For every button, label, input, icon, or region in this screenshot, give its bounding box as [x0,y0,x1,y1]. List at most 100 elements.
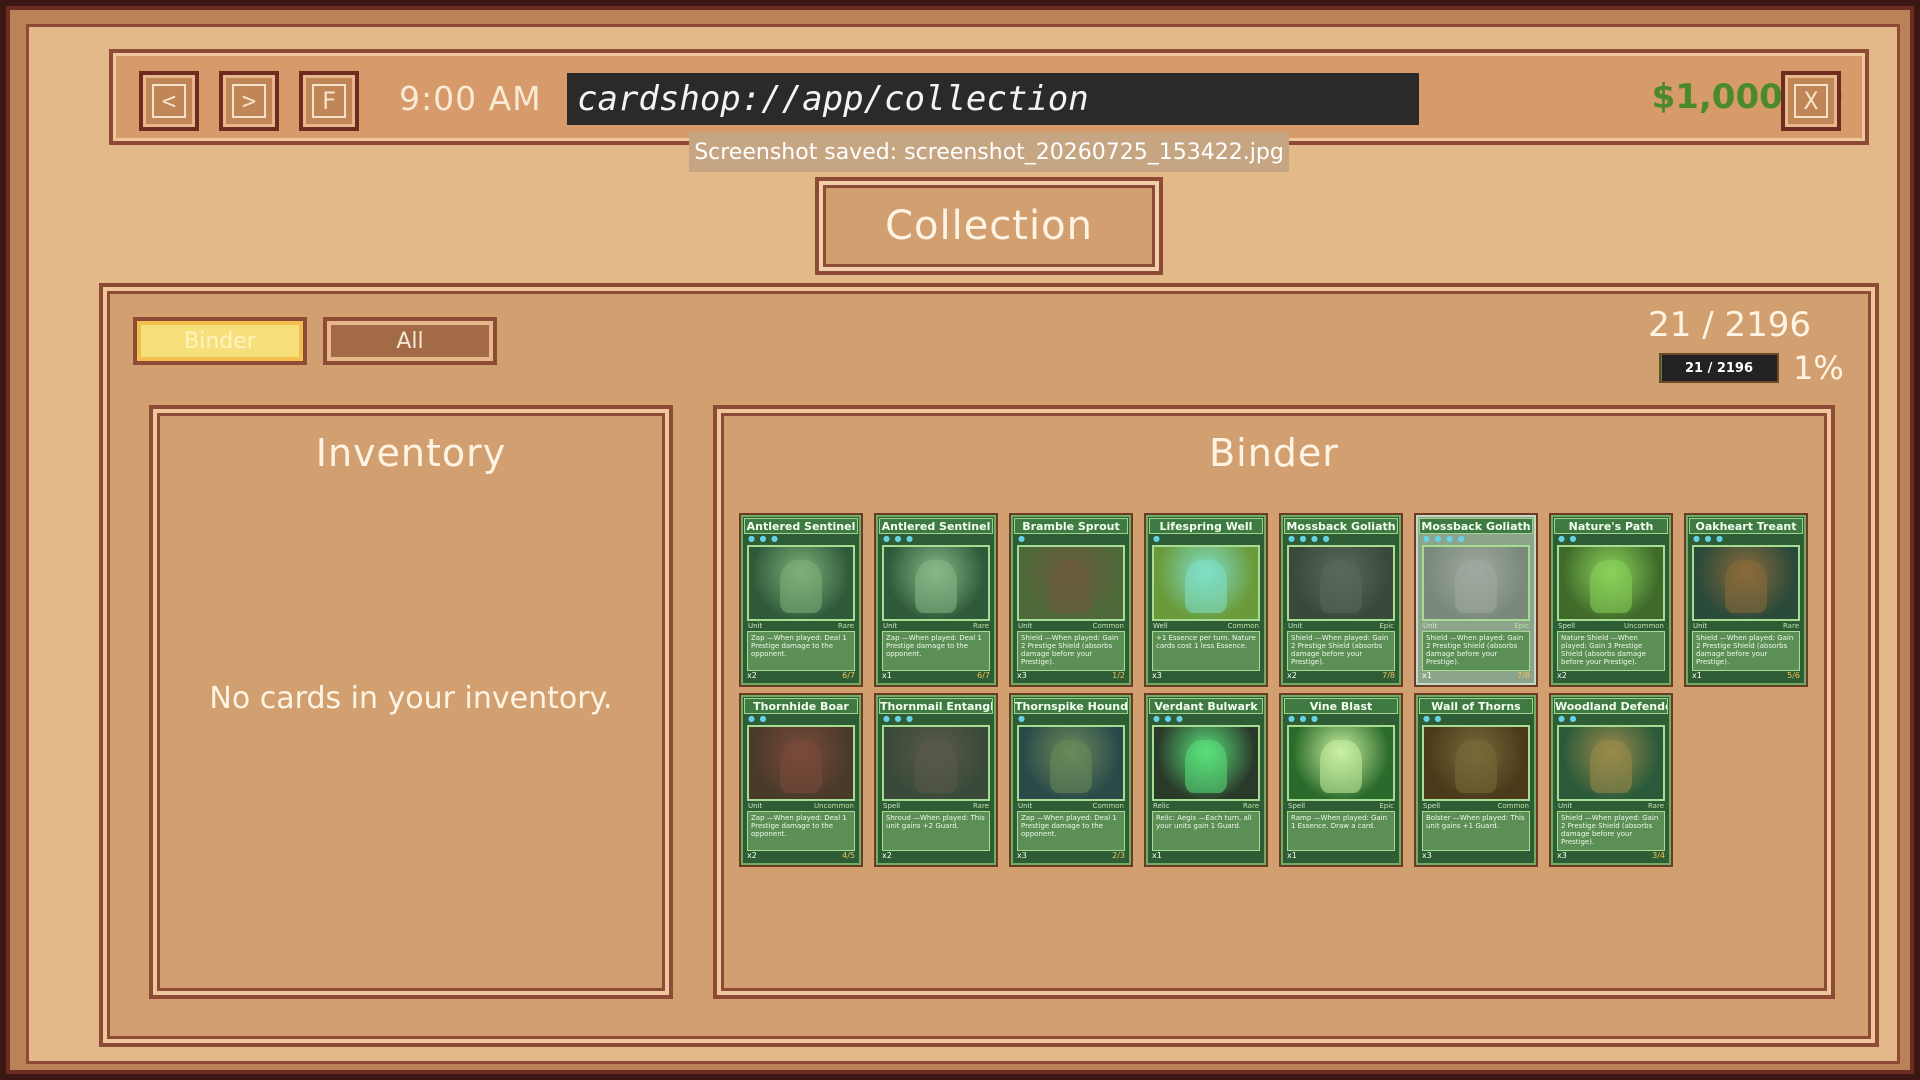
collection-panel: Binder All 21 / 2196 21 / 2196 1% Invent… [99,283,1879,1047]
card-rules-text: Shield —When played: Gain 2 Prestige Shi… [1692,631,1800,671]
card-art-image [1152,725,1260,801]
card-rules-text: Zap —When played: Deal 1 Prestige damage… [882,631,990,671]
card-art-image [1692,545,1800,621]
forward-button[interactable]: > [219,71,279,131]
card-footer: x3 [1419,851,1533,861]
card-quantity: x2 [747,671,757,680]
address-bar[interactable]: cardshop://app/collection [567,73,1419,125]
favorite-button[interactable]: F [299,71,359,131]
card-name: Antlered Sentinel [879,518,993,534]
filter-all-button[interactable]: All [323,317,497,365]
card-name: Thornspike Hound [1014,698,1128,714]
binder-card[interactable]: Thornspike Hound ● Unit Common Zap —When pla… [1009,693,1133,867]
card-type: Well [1153,622,1168,630]
card-meta: Spell Common [1419,801,1533,811]
card-footer: x3 1/2 [1014,671,1128,681]
card-type: Spell [1558,622,1576,630]
card-meta: Well Common [1149,621,1263,631]
inventory-title: Inventory [315,431,507,475]
card-art-image [882,545,990,621]
card-footer: x3 [1149,671,1263,681]
card-rules-text: Shield —When played: Gain 2 Prestige Shi… [1287,631,1395,671]
card-quantity: x3 [1152,671,1162,680]
binder-card[interactable]: Wall of Thorns ● ● Spell Common Bolster —Whe… [1414,693,1538,867]
card-name: Woodland Defender [1554,698,1668,714]
card-stats: 2/3 [1112,851,1125,860]
card-type: Unit [1288,622,1303,630]
card-rarity: Rare [972,802,989,810]
card-quantity: x1 [1422,671,1432,680]
card-quantity: x3 [1017,851,1027,860]
card-rarity: Epic [1514,622,1529,630]
card-type: Unit [1423,622,1438,630]
collection-count: 21 / 2196 [1648,305,1811,345]
binder-card-grid: Antlered Sentinel ● ● ● Unit Rare Zap —When … [739,513,1819,867]
card-rules-text: Shield —When played: Gain 2 Prestige Shi… [1017,631,1125,671]
card-meta: Spell Uncommon [1554,621,1668,631]
card-name: Thornhide Boar [744,698,858,714]
binder-card[interactable]: Woodland Defender ● ● Unit Rare Shield —When… [1549,693,1673,867]
page-title: Collection [815,177,1163,275]
binder-card[interactable]: Mossback Goliath ● ● ● ● Unit Epic Shield —W… [1279,513,1403,687]
screenshot-toast: Screenshot saved: screenshot_20260725_15… [689,132,1289,172]
card-name: Vine Blast [1284,698,1398,714]
card-meta: Unit Common [1014,801,1128,811]
card-cost-pips: ● ● ● [748,534,780,543]
card-meta: Unit Epic [1419,621,1533,631]
card-cost-pips: ● [1018,534,1026,543]
filter-binder-button[interactable]: Binder [133,317,307,365]
card-rules-text: Shield —When played: Gain 2 Prestige Shi… [1422,631,1530,671]
binder-card[interactable]: Vine Blast ● ● ● Spell Epic Ramp —When playe… [1279,693,1403,867]
card-quantity: x1 [882,671,892,680]
card-footer: x1 5/6 [1689,671,1803,681]
card-type: Unit [1018,802,1033,810]
card-rules-text: Bolster —When played: This unit gains +1… [1422,811,1530,851]
card-cost-pips: ● ● ● [1693,534,1725,543]
binder-card[interactable]: Lifespring Well ● Well Common +1 Essence per… [1144,513,1268,687]
binder-card[interactable]: Verdant Bulwark ● ● ● Relic Rare Relic: Aegi… [1144,693,1268,867]
card-type: Unit [748,802,763,810]
collection-progress-bar: 21 / 2196 [1659,353,1779,383]
card-cost-pips: ● ● ● [883,534,915,543]
card-art-figure [1455,739,1497,794]
close-button[interactable]: X [1781,71,1841,131]
card-footer: x2 6/7 [744,671,858,681]
binder-card[interactable]: Nature's Path ● ● Spell Uncommon Nature Shie… [1549,513,1673,687]
card-cost-pips: ● ● [1558,714,1578,723]
binder-card[interactable]: Bramble Sprout ● Unit Common Shield —When pl… [1009,513,1133,687]
card-art-figure [1455,559,1497,614]
binder-title: Binder [1209,431,1339,475]
card-stats: 6/7 [977,671,990,680]
card-rarity: Common [1092,622,1124,630]
card-rarity: Rare [1242,802,1259,810]
card-type: Unit [1558,802,1573,810]
card-quantity: x3 [1017,671,1027,680]
binder-card[interactable]: Thornhide Boar ● ● Unit Uncommon Zap —When p… [739,693,863,867]
card-art-image [882,725,990,801]
binder-card[interactable]: Thornmail Entanglement● ● ● Spell RareShro… [874,693,998,867]
card-rarity: Uncommon [813,802,854,810]
card-rules-text: Nature Shield —When played: Gain 3 Prest… [1557,631,1665,671]
card-stats: 7/8 [1382,671,1395,680]
card-name: Mossback Goliath [1284,518,1398,534]
card-meta: Unit Rare [1554,801,1668,811]
binder-card[interactable]: Oakheart Treant ● ● ● Unit Rare Shield —When… [1684,513,1808,687]
card-art-figure [915,559,957,614]
card-quantity: x3 [1557,851,1567,860]
card-footer: x1 [1149,851,1263,861]
card-name: Nature's Path [1554,518,1668,534]
binder-card[interactable]: Mossback Goliath ● ● ● ● Unit Epic Shield —W… [1414,513,1538,687]
card-stats: 7/8 [1517,671,1530,680]
card-type: Spell [1423,802,1441,810]
binder-card[interactable]: Antlered Sentinel ● ● ● Unit Rare Zap —When … [874,513,998,687]
binder-card[interactable]: Antlered Sentinel ● ● ● Unit Rare Zap —When … [739,513,863,687]
card-name: Wall of Thorns [1419,698,1533,714]
card-art-figure [1185,559,1227,614]
card-art-image [1557,545,1665,621]
card-name: Lifespring Well [1149,518,1263,534]
card-rarity: Epic [1379,622,1394,630]
card-quantity: x2 [747,851,757,860]
card-quantity: x2 [882,851,892,860]
card-footer: x2 4/5 [744,851,858,861]
back-button[interactable]: < [139,71,199,131]
